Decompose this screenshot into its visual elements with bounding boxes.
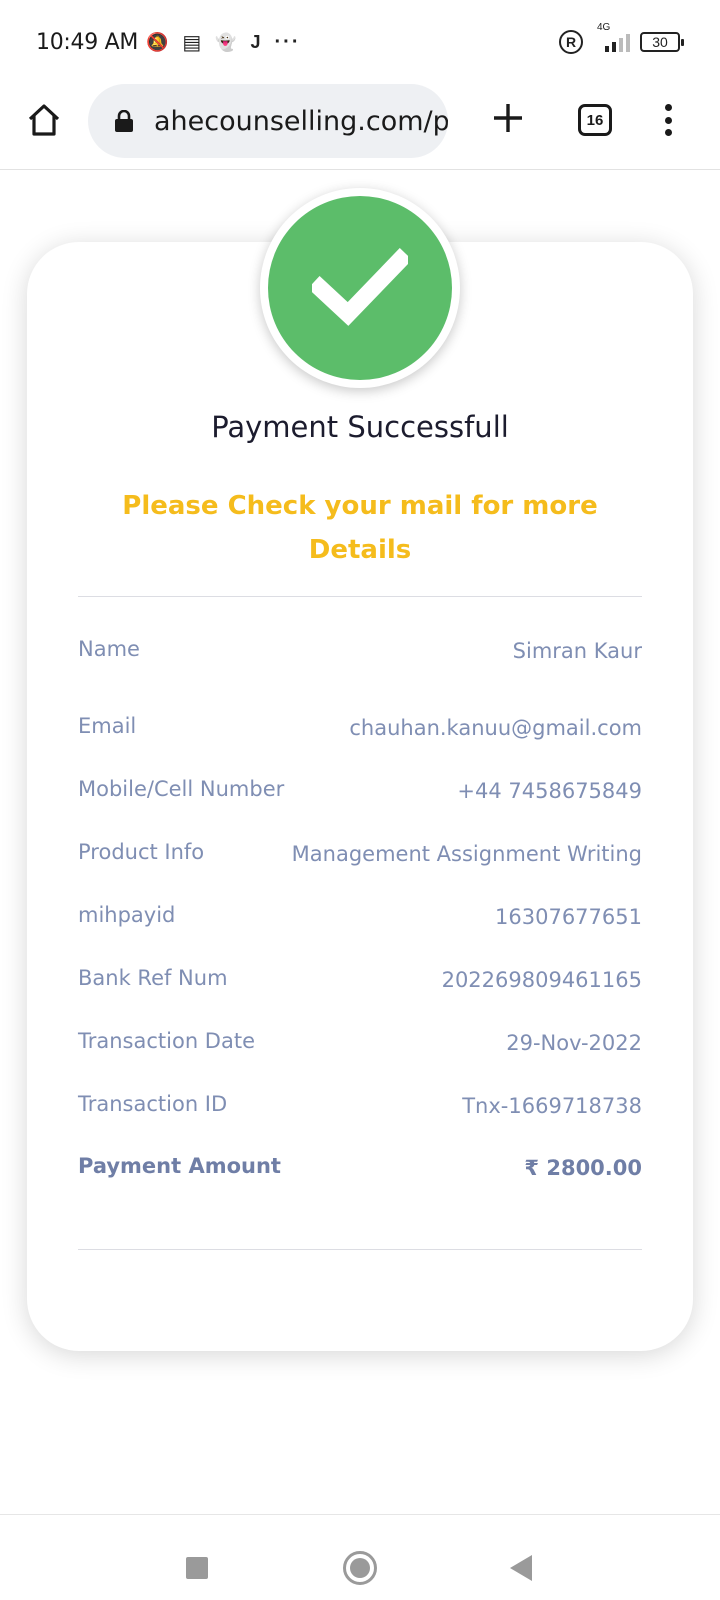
- detail-row-bank-ref: Bank Ref Num 202269809461165: [78, 966, 642, 1006]
- detail-row-transaction-date: Transaction Date 29-Nov-2022: [78, 1029, 642, 1069]
- detail-row-product: Product Info Management Assignment Writi…: [78, 840, 642, 880]
- j-icon: J: [250, 32, 261, 52]
- detail-label: Transaction ID: [78, 1092, 228, 1116]
- registered-icon: R: [559, 30, 583, 54]
- detail-value: 202269809461165: [441, 968, 642, 992]
- signal-icon: 4G: [593, 22, 630, 52]
- url-text: ahecounselling.com/p: [154, 106, 448, 137]
- detail-value: Management Assignment Writing: [291, 842, 642, 866]
- detail-value: Simran Kaur: [512, 639, 642, 663]
- new-tab-icon[interactable]: [488, 98, 528, 138]
- browser-toolbar: ahecounselling.com/p 16: [0, 80, 720, 170]
- detail-label: Product Info: [78, 840, 205, 864]
- detail-row-mobile: Mobile/Cell Number +44 7458675849: [78, 777, 642, 817]
- checkmark-icon: [268, 196, 452, 380]
- success-badge: [260, 188, 460, 388]
- detail-value: ₹ 2800.00: [524, 1156, 642, 1180]
- lock-icon: [114, 109, 134, 132]
- system-nav-bar: [0, 1514, 720, 1600]
- mail-notice: Please Check your mail for more Details: [122, 491, 598, 565]
- snapchat-icon: 👻: [215, 32, 237, 52]
- detail-value: 29-Nov-2022: [506, 1031, 642, 1055]
- detail-label: mihpayid: [78, 903, 176, 927]
- detail-row-name: Name Simran Kaur: [78, 637, 642, 677]
- detail-label: Bank Ref Num: [78, 966, 228, 990]
- home-icon[interactable]: [26, 102, 62, 138]
- detail-value: 16307677651: [495, 905, 642, 929]
- detail-value: chauhan.kanuu@gmail.com: [349, 716, 642, 740]
- payment-status-title: Payment Successfull: [211, 410, 509, 444]
- system-icons: R 4G 30: [559, 22, 684, 54]
- detail-value: +44 7458675849: [457, 779, 642, 803]
- detail-label: Email: [78, 714, 137, 738]
- detail-row-payment-amount: Payment Amount ₹ 2800.00: [78, 1154, 642, 1194]
- network-type: 4G: [597, 22, 611, 33]
- battery-icon: 30: [640, 32, 684, 52]
- status-time: 10:49 AM: [36, 30, 139, 55]
- address-bar[interactable]: ahecounselling.com/p: [88, 84, 448, 158]
- detail-row-mihpayid: mihpayid 16307677651: [78, 903, 642, 943]
- tab-switcher-button[interactable]: 16: [578, 104, 612, 136]
- detail-label: Payment Amount: [78, 1154, 281, 1178]
- detail-label: Mobile/Cell Number: [78, 777, 285, 801]
- detail-row-email: Email chauhan.kanuu@gmail.com: [78, 714, 642, 754]
- detail-label: Transaction Date: [78, 1029, 256, 1053]
- divider-top: [78, 596, 642, 597]
- status-bar: 10:49 AM 🔕 ▤ 👻 J ··· R 4G 30: [0, 0, 720, 80]
- detail-value: Tnx-1669718738: [462, 1094, 642, 1118]
- divider-bottom: [78, 1249, 642, 1250]
- mute-icon: 🔕: [146, 32, 169, 52]
- more-icon: ···: [274, 31, 301, 53]
- battery-level: 30: [652, 34, 668, 50]
- notification-icons: 🔕 ▤ 👻 J ···: [146, 30, 301, 55]
- detail-row-transaction-id: Transaction ID Tnx-1669718738: [78, 1092, 642, 1132]
- overflow-menu-icon[interactable]: [658, 100, 678, 140]
- recents-icon[interactable]: [186, 1557, 208, 1579]
- message-icon: ▤: [182, 32, 202, 54]
- detail-label: Name: [78, 637, 140, 661]
- home-nav-icon[interactable]: [343, 1551, 377, 1585]
- back-icon[interactable]: [510, 1555, 532, 1581]
